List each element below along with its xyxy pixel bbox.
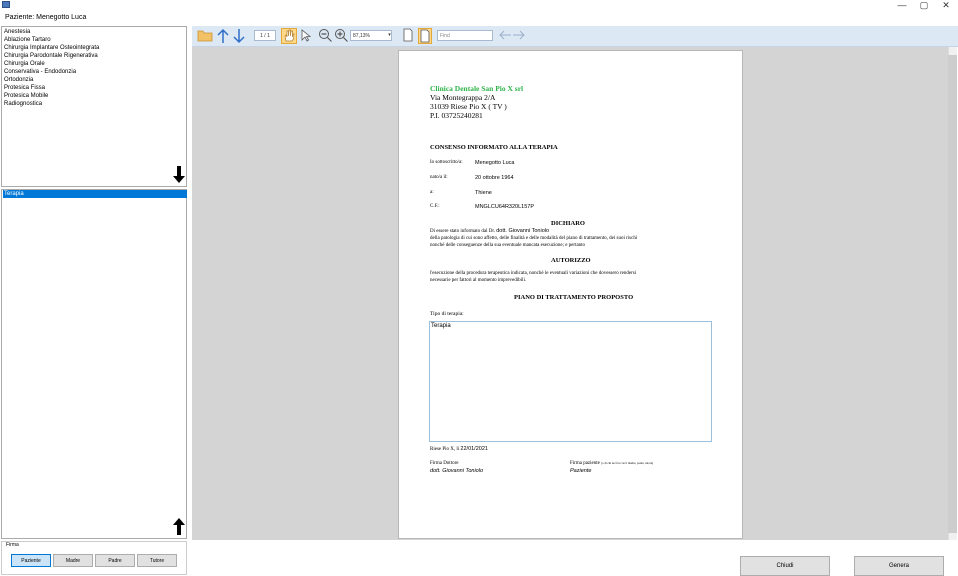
list-item-selected[interactable]: Terapia [3, 190, 187, 198]
field-label: Io sottoscritto/a: [430, 160, 463, 165]
section-heading-autorizzo: AUTORIZZO [551, 257, 591, 264]
close-window-button[interactable]: ✕ [936, 0, 956, 11]
autorizzo-line-2: necessarie per fattori al momento imprev… [430, 278, 527, 283]
facing-page-icon[interactable] [418, 28, 432, 44]
back-icon[interactable] [498, 28, 512, 44]
patient-signature-value: Paziente [570, 468, 592, 474]
clinic-name: Clinica Dentale San Pio X srl [430, 84, 524, 93]
list-item[interactable]: Chirurgia Implantare Osteointegrata [4, 44, 99, 52]
list-item[interactable]: Protesica Mobile [4, 92, 48, 100]
doctor-signature-value: dott. Giovanni Toniolo [430, 468, 483, 474]
single-page-icon[interactable] [401, 28, 415, 44]
move-down-arrow-icon[interactable] [172, 165, 186, 184]
selected-therapy-list[interactable]: Terapia [1, 189, 187, 539]
signer-father-button[interactable]: Padre [95, 554, 135, 567]
title-bar [0, 0, 958, 11]
field-label: nato/a il: [430, 175, 448, 180]
scrollbar-thumb[interactable] [948, 55, 957, 533]
section-heading-dichiaro: DICHIARO [551, 220, 585, 227]
therapy-textarea[interactable] [429, 321, 712, 442]
section-heading-piano: PIANO DI TRATTAMENTO PROPOSTO [514, 294, 634, 301]
clinic-address-2: 31039 Riese Pio X ( TV ) [430, 102, 507, 111]
dichiaro-line-1: Di essere stato informato dal Dr. dott. … [430, 228, 550, 234]
list-item[interactable]: Radiognostica [4, 100, 42, 108]
field-value: 20 ottobre 1964 [475, 175, 514, 181]
dichiaro-line-2: della patologia di cui sono affetto, del… [430, 236, 638, 241]
therapy-text: Terapia [431, 323, 451, 329]
doctor-signature-label: Firma Dottore [430, 461, 459, 466]
list-item[interactable]: Protesica Fissa [4, 84, 45, 92]
field-value: Menegotto Luca [475, 160, 515, 166]
arrow-down-icon[interactable] [232, 28, 246, 44]
list-item[interactable]: Conservativa - Endodonzia [4, 68, 76, 76]
open-folder-icon[interactable] [197, 28, 213, 44]
close-button[interactable]: Chiudi [740, 556, 830, 576]
autorizzo-line-1: l'esecuzione della procedura terapeutica… [430, 271, 637, 276]
maximize-button[interactable]: ▢ [914, 0, 934, 11]
zoom-out-icon[interactable] [318, 28, 333, 44]
window-icon [2, 1, 10, 8]
forward-icon[interactable] [512, 28, 526, 44]
place-date-line: Riese Pio X, lì 22/01/2021 [430, 446, 488, 452]
doctor-name: dott. Giovanni Toniolo [496, 228, 550, 234]
list-item[interactable]: Chirurgia Parodontale Rigenerativa [4, 52, 98, 60]
document-date: 22/01/2021 [460, 446, 488, 452]
pdf-toolbar: 1 / 1 87,13% ▾ Find [192, 26, 958, 47]
clinic-address-1: Via Montegrappa 2/A [430, 93, 496, 102]
arrow-up-icon[interactable] [216, 28, 230, 44]
document-title: CONSENSO INFORMATO ALLA TERAPIA [430, 144, 558, 151]
category-list[interactable]: Anestesia Ablazione Tartaro Chirurgia Im… [1, 26, 187, 187]
signer-guardian-button[interactable]: Tutore [137, 554, 177, 567]
hand-tool-icon[interactable] [281, 28, 297, 44]
field-value: MNGLCU64R320L157P [475, 204, 535, 210]
list-item[interactable]: Anestesia [4, 28, 30, 36]
generate-button[interactable]: Genera [854, 556, 944, 576]
move-up-arrow-icon[interactable] [172, 517, 186, 536]
field-label: a: [430, 190, 434, 195]
minimize-button[interactable]: — [892, 0, 912, 11]
patient-signature-label: Firma paziente (o di chi ne fa le veci: … [570, 461, 654, 466]
list-item[interactable]: Ablazione Tartaro [4, 36, 51, 44]
zoom-in-icon[interactable] [334, 28, 349, 44]
dichiaro-line-3: nonché delle conseguenze della sua event… [430, 243, 586, 248]
list-item[interactable]: Chirurgia Orale [4, 60, 45, 68]
signer-mother-button[interactable]: Madre [53, 554, 93, 567]
field-value: Thiene [475, 190, 492, 196]
select-tool-icon[interactable] [299, 28, 313, 44]
patient-label: Paziente: Menegotto Luca [5, 14, 87, 21]
signer-patient-button[interactable]: Paziente [11, 554, 51, 567]
field-label: C.F.: [430, 204, 440, 209]
list-item[interactable]: Ortodonzia [4, 76, 33, 84]
clinic-vat: P.I. 03725240281 [430, 111, 483, 120]
therapy-type-label: Tipo di terapia: [430, 311, 464, 317]
page-indicator[interactable]: 1 / 1 [254, 30, 276, 41]
find-input[interactable]: Find [437, 30, 493, 41]
chevron-down-icon[interactable]: ▾ [386, 30, 393, 41]
signature-group-title: Firma [6, 542, 19, 548]
